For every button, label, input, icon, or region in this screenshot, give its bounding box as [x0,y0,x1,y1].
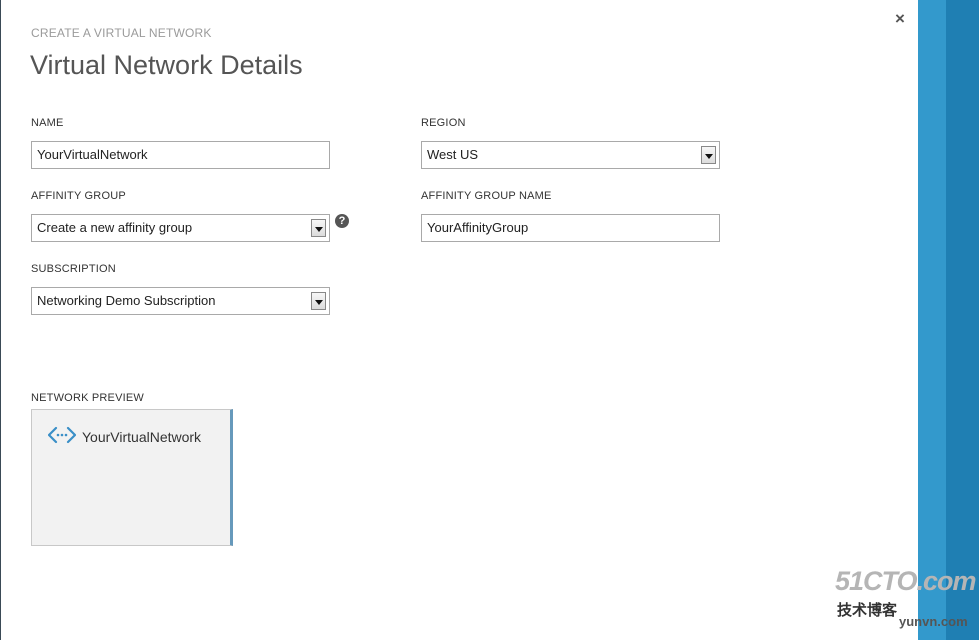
close-icon[interactable]: × [893,10,907,28]
wizard-sidebar-stripe [946,0,979,640]
chevron-down-icon[interactable] [311,219,326,237]
region-label: REGION [421,117,466,129]
window-border [0,0,1,640]
chevron-down-icon[interactable] [311,292,326,310]
network-preview-label: NETWORK PREVIEW [31,392,145,404]
wizard-eyebrow: CREATE A VIRTUAL NETWORK [31,26,212,40]
virtual-network-icon [48,426,76,444]
watermark-line1: 51CTO.com [835,566,977,596]
name-input-value: YourVirtualNetwork [37,147,148,162]
region-select-value: West US [427,147,479,162]
affinity-group-name-input-value: YourAffinityGroup [427,220,529,235]
affinity-group-label: AFFINITY GROUP [31,190,126,202]
page-title: Virtual Network Details [30,50,303,80]
region-select[interactable]: West US [421,141,720,169]
help-icon[interactable]: ? [335,214,349,228]
preview-network-name: YourVirtualNetwork [82,429,202,445]
subscription-select-value: Networking Demo Subscription [37,293,216,308]
name-label: NAME [31,117,64,129]
affinity-group-select[interactable]: Create a new affinity group [31,214,330,242]
affinity-group-name-input[interactable]: YourAffinityGroup [421,214,720,242]
watermark-line2: 技术博客 [837,602,898,619]
subscription-label: SUBSCRIPTION [31,263,116,275]
name-input[interactable]: YourVirtualNetwork [31,141,330,169]
subscription-select[interactable]: Networking Demo Subscription [31,287,330,315]
network-preview-tile: YourVirtualNetwork [31,409,233,546]
chevron-down-icon[interactable] [701,146,716,164]
watermark-line3: yunvn.com [899,614,968,629]
watermark: 51CTO.com 技术博客 yunvn.com [835,566,977,636]
affinity-group-select-value: Create a new affinity group [37,220,193,235]
affinity-group-name-label: AFFINITY GROUP NAME [421,190,552,202]
